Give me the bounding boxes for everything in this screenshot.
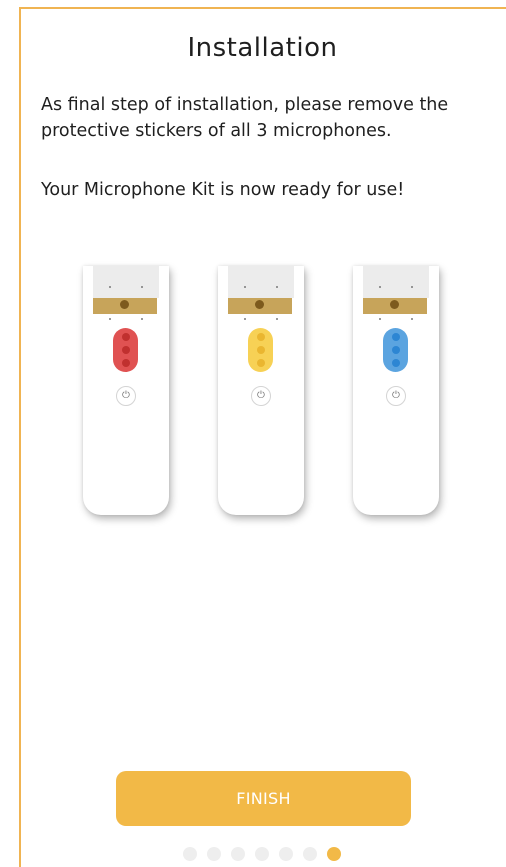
- mic-hole: [109, 318, 111, 320]
- page-dot[interactable]: [255, 847, 269, 861]
- protective-sticker[interactable]: [228, 298, 292, 314]
- instruction-text: As final step of installation, please re…: [41, 95, 449, 141]
- microphone-top: [93, 266, 159, 298]
- led-dot: [121, 333, 130, 341]
- led-dot: [256, 359, 265, 367]
- led-dot: [121, 346, 130, 354]
- page-dot[interactable]: [303, 847, 317, 861]
- led-dot: [391, 346, 400, 354]
- power-icon[interactable]: ⏻: [251, 386, 271, 406]
- power-icon[interactable]: ⏻: [386, 386, 406, 406]
- mic-hole: [379, 318, 381, 320]
- microphone-yellow: ⏻: [218, 266, 304, 515]
- ready-text: Your Microphone Kit is now ready for use…: [41, 180, 405, 200]
- led-dot: [256, 346, 265, 354]
- mic-hole: [141, 318, 143, 320]
- microphone-top: [363, 266, 429, 298]
- led-dot: [121, 359, 130, 367]
- status-light: [113, 328, 138, 372]
- status-light: [383, 328, 408, 372]
- microphone-top: [228, 266, 294, 298]
- mic-hole: [276, 318, 278, 320]
- led-dot: [391, 333, 400, 341]
- led-dot: [391, 359, 400, 367]
- mic-hole: [244, 318, 246, 320]
- led-dot: [256, 333, 265, 341]
- mic-hole: [141, 286, 143, 288]
- mic-hole: [411, 286, 413, 288]
- sticker-hole: [255, 300, 264, 309]
- sticker-hole: [120, 300, 129, 309]
- mic-hole: [109, 286, 111, 288]
- sticker-hole: [390, 300, 399, 309]
- page-dot[interactable]: [231, 847, 245, 861]
- status-light: [248, 328, 273, 372]
- mic-hole: [411, 318, 413, 320]
- mic-hole: [276, 286, 278, 288]
- microphone-red: ⏻: [83, 266, 169, 515]
- mic-hole: [244, 286, 246, 288]
- page-dot[interactable]: [183, 847, 197, 861]
- page-title: Installation: [187, 33, 338, 63]
- mic-hole: [379, 286, 381, 288]
- protective-sticker[interactable]: [93, 298, 157, 314]
- microphone-blue: ⏻: [353, 266, 439, 515]
- page-dot[interactable]: [279, 847, 293, 861]
- protective-sticker[interactable]: [363, 298, 427, 314]
- page-indicator: [183, 847, 341, 861]
- finish-button[interactable]: FINISH: [116, 771, 411, 826]
- page-dot[interactable]: [207, 847, 221, 861]
- page-dot-active[interactable]: [327, 847, 341, 861]
- power-icon[interactable]: ⏻: [116, 386, 136, 406]
